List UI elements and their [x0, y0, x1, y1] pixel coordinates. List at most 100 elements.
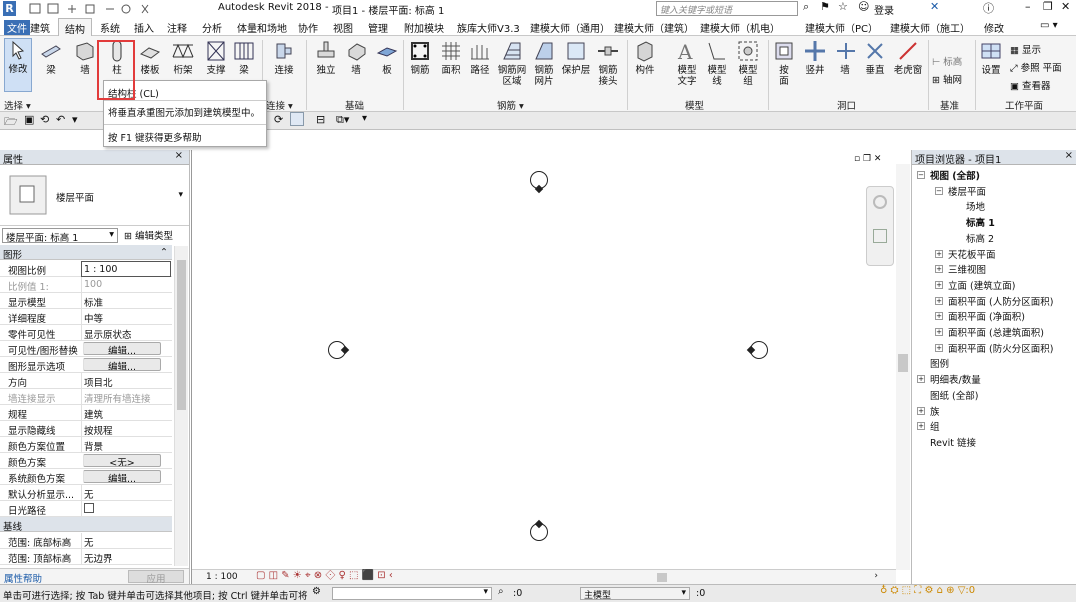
navigation-bar[interactable] [866, 186, 894, 266]
grid-button[interactable]: ⊞ 轴网 [932, 72, 962, 86]
elevation-marker-south[interactable] [530, 519, 548, 541]
browser-item-floor-plans[interactable]: 楼层平面 [948, 184, 986, 198]
level-button[interactable]: ⊢ 标高 [932, 54, 962, 68]
property-edit-button[interactable]: 编辑... [83, 470, 161, 483]
close-icon[interactable]: × [1065, 150, 1073, 161]
brace-button[interactable]: 支撑 [203, 40, 229, 76]
login-link[interactable]: 登录 [874, 2, 894, 17]
path-rebar-button[interactable]: 路径 [468, 40, 492, 76]
view-controls-icons[interactable]: ▢ ◫ ✎ ☀ ⌖ ⊗ ⟐ ♀ ⬚ ⬛ ⊡ ‹ [256, 570, 393, 581]
beam-system-button[interactable]: 梁 [233, 40, 255, 76]
star-icon[interactable]: ☆ [838, 0, 848, 13]
property-value[interactable]: 1 : 100 [81, 261, 171, 277]
tab-modeling-construction[interactable]: 建模大师（施工） [890, 20, 970, 35]
tab-family-master[interactable]: 族库大师V3.3 [457, 20, 520, 35]
tree-expander-icon[interactable]: − [917, 171, 925, 179]
isolated-foundation-button[interactable]: 独立 [313, 40, 339, 76]
drawing-canvas[interactable]: ▫ ❐ ✕ 1 : 100 ▢ ◫ ✎ ☀ ⌖ ⊗ ⟐ ♀ ⬚ ⬛ ⊡ ‹ › [191, 150, 910, 584]
tree-expander-icon[interactable]: + [935, 296, 943, 305]
tab-file[interactable]: 文件 [4, 20, 30, 35]
selection-filter-icons[interactable]: ♁ ⛭ ⬚ ⛶ ⚙ ⌂ ⊕ ▽:0 [880, 585, 975, 596]
design-option-select[interactable]: 主模型 ▾ [580, 587, 690, 601]
tab-systems[interactable]: 系统 [100, 20, 120, 35]
group-label-rebar[interactable]: 钢筋 ▾ [497, 98, 524, 112]
area-rebar-button[interactable]: 面积 [440, 40, 462, 76]
switch-windows-icon[interactable]: ⧉▾ [336, 113, 349, 127]
browser-item-area-plan-gross[interactable]: 面积平面 (总建筑面积) [948, 325, 1044, 339]
elevation-marker-north[interactable] [530, 171, 548, 194]
rebar-button[interactable]: 钢筋 [408, 40, 432, 76]
ref-plane-button[interactable]: ⤢ 参照 平面 [1010, 60, 1062, 74]
tab-modeling-mep[interactable]: 建模大师（机电） [700, 20, 780, 35]
property-edit-button[interactable]: 编辑... [83, 358, 161, 371]
tab-modify[interactable]: 修改 [984, 20, 1004, 35]
elevation-marker-east[interactable] [746, 341, 768, 359]
tree-expander-icon[interactable]: + [917, 422, 925, 431]
browser-item-groups[interactable]: 组 [930, 419, 940, 433]
coupler-button[interactable]: 钢筋 接头 [596, 40, 620, 87]
sync-icon[interactable]: ⟲ [40, 113, 49, 126]
tab-annotate[interactable]: 注释 [167, 20, 187, 35]
dormer-button[interactable]: 老虎窗 [892, 40, 924, 76]
vertical-scrollbar[interactable] [896, 164, 910, 570]
model-line-button[interactable]: 模型 线 [706, 40, 728, 87]
revit-logo-icon[interactable]: R [3, 1, 16, 16]
editable-icon[interactable]: ⌕ [498, 586, 504, 597]
set-workplane-button[interactable]: 设置 [979, 40, 1003, 76]
wall-foundation-button[interactable]: 墙 [346, 40, 366, 76]
properties-help-link[interactable]: 属性帮助 [4, 571, 42, 585]
browser-item-site[interactable]: 场地 [966, 199, 985, 213]
undo-icon[interactable]: ↶ [56, 113, 65, 126]
properties-scrollbar[interactable] [174, 246, 188, 566]
browser-item-families[interactable]: 族 [930, 404, 940, 418]
search-input[interactable]: 键入关键字或短语 [656, 1, 798, 16]
browser-item-sheets[interactable]: 图纸 (全部) [930, 388, 978, 402]
close-icon[interactable]: × [175, 150, 183, 161]
horizontal-scroll-thumb[interactable] [657, 573, 667, 582]
close-button[interactable]: ✕ [1061, 0, 1070, 13]
truss-button[interactable]: 桁架 [170, 40, 196, 76]
tab-modeling-arch[interactable]: 建模大师（建筑） [614, 20, 694, 35]
worksets-icon[interactable]: ⚙ [312, 586, 321, 597]
customize-qat-icon[interactable]: ▾ [362, 113, 367, 124]
workset-select[interactable]: ▾ [332, 587, 492, 600]
user-icon[interactable]: ☺ [858, 0, 869, 13]
browser-item-elevations[interactable]: 立面 (建筑立面) [948, 278, 1015, 292]
sun-path-checkbox[interactable] [81, 501, 171, 517]
wall-opening-button[interactable]: 墙 [835, 40, 855, 76]
thin-lines-icon[interactable] [290, 112, 304, 126]
scroll-right-icon[interactable]: › [874, 571, 878, 581]
browser-item-area-plan-net[interactable]: 面积平面 (净面积) [948, 309, 1025, 323]
tag-icon[interactable]: ⟳ [274, 113, 283, 126]
instance-filter-select[interactable]: 楼层平面: 标高 1 ▾ [2, 228, 118, 244]
tree-expander-icon[interactable]: − [935, 186, 943, 195]
scale-label[interactable]: 1 : 100 [206, 572, 238, 582]
close-hidden-icon[interactable]: ⊟ [316, 113, 325, 126]
group-label-connection[interactable]: 连接 ▾ [266, 98, 293, 112]
minimize-button[interactable]: – [1025, 0, 1031, 13]
tree-expander-icon[interactable]: + [935, 249, 943, 258]
tab-massing[interactable]: 体量和场地 [237, 20, 287, 35]
vertical-opening-button[interactable]: 垂直 [862, 40, 888, 76]
open-icon[interactable]: 🗁 [4, 113, 18, 132]
slab-foundation-button[interactable]: 板 [375, 40, 399, 76]
tab-view[interactable]: 视图 [333, 20, 353, 35]
exchange-icon[interactable]: ✕ [930, 0, 939, 13]
tab-collaborate[interactable]: 协作 [298, 20, 318, 35]
component-button[interactable]: 构件 [632, 40, 658, 76]
tree-expander-icon[interactable]: + [935, 343, 943, 352]
browser-item-level-2[interactable]: 标高 2 [966, 231, 994, 245]
tab-insert[interactable]: 插入 [134, 20, 154, 35]
elevation-marker-west[interactable] [328, 341, 350, 359]
tab-addins[interactable]: 附加模块 [404, 20, 444, 35]
tab-structure[interactable]: 结构 [58, 18, 92, 37]
browser-item-schedules[interactable]: 明细表/数量 [930, 372, 981, 386]
section-underlay[interactable]: 基线 [0, 517, 172, 533]
cover-button[interactable]: 保护层 [561, 40, 591, 76]
tab-architecture[interactable]: 建筑 [30, 20, 50, 35]
tab-modeling-general[interactable]: 建模大师（通用） [530, 20, 610, 35]
by-face-button[interactable]: 按 面 [773, 40, 795, 87]
group-label-select[interactable]: 选择 ▾ [4, 98, 31, 112]
browser-item-area-plan-fire[interactable]: 面积平面 (防火分区面积) [948, 341, 1053, 355]
tree-expander-icon[interactable]: + [917, 375, 925, 384]
